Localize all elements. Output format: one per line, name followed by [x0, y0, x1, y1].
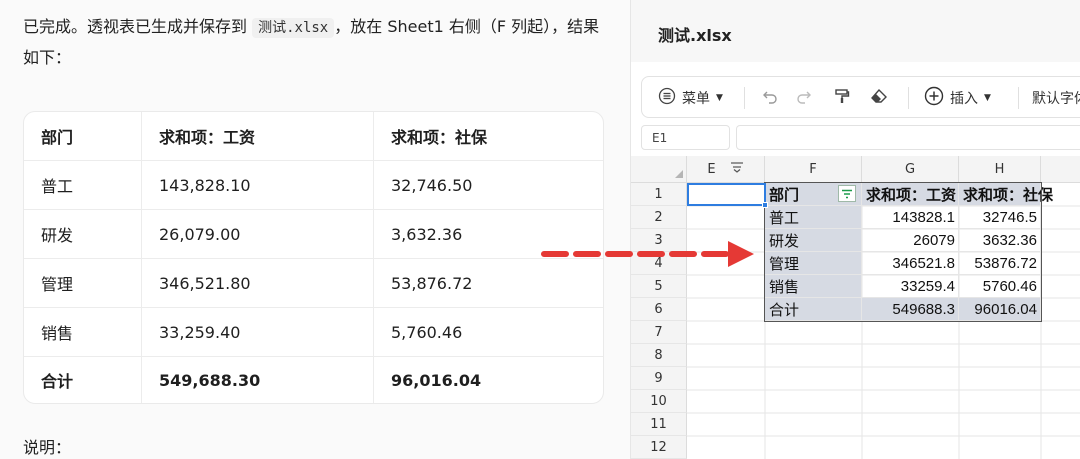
menu-button[interactable]: 菜单 ▼	[658, 77, 723, 119]
pivot-value-salary[interactable]: 346521.8	[862, 252, 959, 275]
cell-social: 32,746.50	[391, 175, 473, 195]
header-dept: 部门	[24, 112, 142, 160]
column-header-f[interactable]: F	[765, 156, 862, 183]
pivot-total-label[interactable]: 合计	[765, 298, 862, 321]
eraser-icon	[870, 88, 888, 108]
pivot-row-label[interactable]: 销售	[765, 275, 862, 298]
table-row: 研发 26,079.00 3,632.36	[24, 210, 603, 259]
plus-circle-icon	[924, 86, 944, 110]
pivot-header-salary[interactable]: 求和项：工资	[862, 183, 959, 206]
column-filter-icon[interactable]	[730, 161, 744, 177]
intro-text: 已完成。透视表已生成并保存到 测试.xlsx ，放在 Sheet1 右侧（F 列起…	[23, 12, 613, 72]
pivot-header-social[interactable]: 求和项：社保	[959, 183, 1053, 206]
total-social: 96,016.04	[391, 370, 482, 390]
chat-pane: 已完成。透视表已生成并保存到 测试.xlsx ，放在 Sheet1 右侧（F 列起…	[0, 0, 630, 459]
row-header[interactable]: 12	[631, 436, 687, 459]
fill-handle[interactable]	[762, 202, 768, 208]
cell-dept: 销售	[24, 308, 142, 356]
header-salary: 求和项：工资	[142, 112, 374, 160]
total-label: 合计	[24, 357, 142, 403]
cell-dept: 普工	[24, 161, 142, 209]
name-box[interactable]: E1	[641, 125, 730, 150]
pivot-value-salary[interactable]: 33259.4	[862, 275, 959, 298]
column-header-h[interactable]: H	[959, 156, 1041, 183]
undo-button[interactable]	[762, 77, 784, 119]
redo-icon	[796, 88, 812, 108]
row-header[interactable]: 9	[631, 367, 687, 390]
toolbar-divider	[908, 87, 909, 109]
row-header[interactable]: 2	[631, 206, 687, 229]
result-table: 部门 求和项：工资 求和项：社保 普工 143,828.10 32,746.50…	[23, 111, 604, 404]
table-row: 销售 33,259.40 5,760.46	[24, 308, 603, 357]
font-family-select[interactable]: 默认字体	[1032, 77, 1080, 119]
cell-salary: 346,521.80	[142, 259, 374, 307]
cell-salary: 33,259.40	[142, 308, 374, 356]
pivot-value-social[interactable]: 5760.46	[959, 275, 1041, 298]
undo-icon	[762, 88, 778, 108]
cell-salary: 143,828.10	[142, 161, 374, 209]
cell-dept: 研发	[24, 210, 142, 258]
insert-label: 插入	[950, 91, 978, 107]
pivot-total-salary[interactable]: 549688.3	[862, 298, 959, 321]
format-painter-icon	[834, 88, 850, 108]
pivot-row-label[interactable]: 管理	[765, 252, 862, 275]
sheet-grid: E F G H 1 2 3 4 5 6 7 8 9 10 11 12 部门 求和…	[631, 156, 1080, 459]
table-total-row: 合计 549,688.30 96,016.04	[24, 357, 603, 403]
cell-salary: 26,079.00	[142, 210, 374, 258]
pivot-value-salary[interactable]: 26079	[862, 229, 959, 252]
row-header[interactable]: 7	[631, 321, 687, 344]
row-header[interactable]: 6	[631, 298, 687, 321]
list-icon	[658, 87, 676, 109]
file-title: 测试.xlsx	[658, 26, 732, 45]
clear-format-button[interactable]	[870, 77, 894, 119]
select-all-corner[interactable]	[631, 156, 687, 183]
toolbar-divider	[744, 87, 745, 109]
chevron-down-icon: ▼	[716, 93, 723, 103]
pivot-header-dept-label: 部门	[769, 186, 800, 204]
table-header-row: 部门 求和项：工资 求和项：社保	[24, 112, 603, 161]
column-header-next[interactable]	[1041, 156, 1080, 183]
pivot-row-label[interactable]: 普工	[765, 206, 862, 229]
note-label: 说明：	[23, 438, 72, 457]
row-header[interactable]: 10	[631, 390, 687, 413]
title-bar: 测试.xlsx	[631, 0, 1080, 62]
row-header[interactable]: 8	[631, 344, 687, 367]
toolbar: 菜单 ▼ 插入 ▼ 默认字	[641, 76, 1080, 118]
total-salary: 549,688.30	[142, 357, 374, 403]
toolbar-divider	[1018, 87, 1019, 109]
column-header-g[interactable]: G	[862, 156, 959, 183]
format-painter-button[interactable]	[834, 77, 856, 119]
filter-icon[interactable]	[838, 185, 856, 202]
table-row: 普工 143,828.10 32,746.50	[24, 161, 603, 210]
row-header[interactable]: 5	[631, 275, 687, 298]
pivot-value-social[interactable]: 32746.5	[959, 206, 1041, 229]
table-row: 管理 346,521.80 53,876.72	[24, 259, 603, 308]
spreadsheet-pane: 测试.xlsx 菜单 ▼ 插入 ▼ 默认字 E1 E F G H 1 2 3 4…	[630, 0, 1080, 459]
pivot-value-social[interactable]: 3632.36	[959, 229, 1041, 252]
pivot-row-label[interactable]: 研发	[765, 229, 862, 252]
row-header[interactable]: 1	[631, 183, 687, 206]
row-header[interactable]: 11	[631, 413, 687, 436]
intro-before: 已完成。透视表已生成并保存到	[23, 17, 253, 36]
formula-bar[interactable]	[736, 125, 1080, 150]
cell-dept: 管理	[24, 259, 142, 307]
insert-button[interactable]: 插入 ▼	[924, 77, 991, 119]
redo-button[interactable]	[796, 77, 818, 119]
pivot-total-social[interactable]: 96016.04	[959, 298, 1041, 321]
active-cell-e1[interactable]	[687, 183, 766, 206]
chevron-down-icon: ▼	[984, 93, 991, 103]
header-social: 求和项：社保	[391, 128, 488, 147]
file-name-code: 测试.xlsx	[252, 18, 335, 38]
pivot-value-social[interactable]: 53876.72	[959, 252, 1041, 275]
pivot-value-salary[interactable]: 143828.1	[862, 206, 959, 229]
column-e-label: E	[707, 161, 716, 177]
red-arrow-icon	[541, 241, 754, 267]
menu-label: 菜单	[682, 91, 710, 107]
cell-social: 5,760.46	[391, 322, 463, 342]
font-label: 默认字体	[1032, 91, 1080, 107]
column-header-e[interactable]: E	[687, 156, 765, 183]
